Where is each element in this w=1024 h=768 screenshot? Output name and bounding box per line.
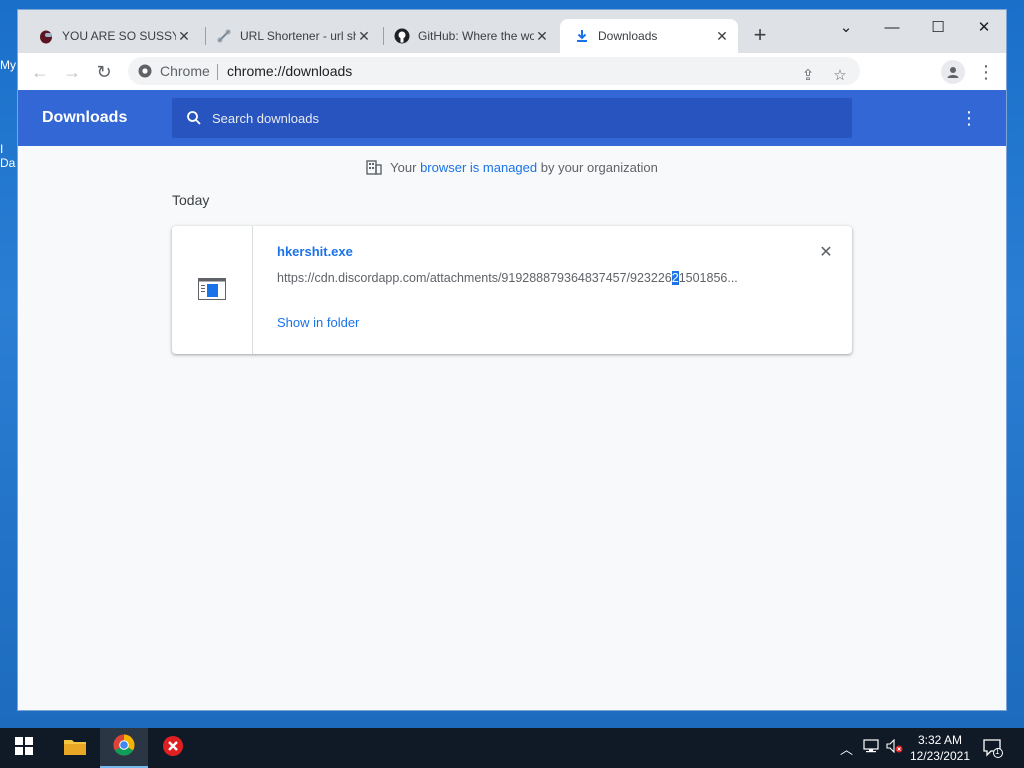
minimize-button[interactable]: — — [870, 16, 914, 40]
start-button[interactable] — [0, 728, 48, 768]
browser-window: YOU ARE SO SUSSY!! ✕ URL Shortener - url… — [17, 9, 1007, 711]
folder-icon — [64, 737, 86, 760]
remove-download-close-icon[interactable]: ✕ — [818, 242, 834, 262]
red-x-app-button[interactable] — [149, 728, 197, 768]
page-title: Downloads — [42, 109, 128, 126]
maximize-button[interactable]: ☐ — [916, 16, 960, 40]
file-icon-column — [172, 226, 253, 354]
system-clock[interactable]: 3:32 AM 12/23/2021 — [910, 732, 970, 764]
network-icon[interactable] — [863, 739, 879, 756]
share-icon[interactable]: ⇪ — [796, 64, 820, 88]
reload-button[interactable]: ↻ — [92, 60, 116, 84]
show-in-folder-link[interactable]: Show in folder — [277, 315, 359, 330]
tab-close-icon[interactable]: ✕ — [356, 28, 372, 45]
site-chip-label: Chrome — [160, 63, 210, 79]
red-x-icon — [162, 735, 184, 762]
file-explorer-button[interactable] — [51, 728, 99, 768]
browser-toolbar: ← → ↻ Chrome chrome://downloads ⇪ ☆ ⋮ — [18, 53, 1006, 90]
managed-prefix: Your — [390, 160, 421, 175]
tab-title: GitHub: Where the wo — [418, 29, 534, 43]
browser-menu-kebab-icon[interactable]: ⋮ — [974, 60, 998, 84]
tab-title: Downloads — [598, 29, 658, 43]
search-icon — [186, 110, 202, 126]
download-source-url[interactable]: https://cdn.discordapp.com/attachments/9… — [277, 271, 772, 285]
show-hidden-icons-chevron-up-icon[interactable]: ︿ — [840, 739, 853, 758]
bookmark-star-icon[interactable]: ☆ — [828, 64, 852, 88]
page-menu-kebab-icon[interactable]: ⋮ — [960, 106, 978, 130]
tab-sussy[interactable]: YOU ARE SO SUSSY!! ✕ — [24, 19, 200, 53]
url-selected-text: 2 — [671, 271, 679, 285]
tab-github[interactable]: GitHub: Where the wo ✕ — [380, 19, 558, 53]
chrome-taskbar-button[interactable] — [100, 728, 148, 768]
tab-downloads[interactable]: Downloads ✕ — [560, 19, 738, 53]
desktop-label-3: Da — [0, 156, 16, 170]
volume-muted-icon[interactable] — [886, 738, 904, 756]
clock-date: 12/23/2021 — [909, 749, 970, 763]
managed-link[interactable]: browser is managed — [420, 160, 537, 175]
tab-title: YOU ARE SO SUSSY!! — [62, 29, 176, 43]
desktop-label-2: I — [0, 142, 4, 156]
windows-logo-icon — [15, 736, 33, 760]
managed-suffix: by your organization — [537, 160, 658, 175]
building-icon — [366, 159, 382, 175]
notification-count: 1 — [995, 747, 1000, 756]
tab-close-icon[interactable]: ✕ — [714, 28, 730, 45]
url-part-1: https://cdn.discordapp.com/attachments/9… — [277, 271, 672, 285]
address-bar[interactable]: Chrome chrome://downloads ⇪ ☆ — [128, 57, 860, 85]
download-filename-link[interactable]: hkershit.exe — [277, 244, 353, 259]
omnibox-divider — [217, 64, 218, 80]
action-center-notification-icon[interactable]: 1 — [983, 738, 1003, 761]
search-box[interactable] — [172, 98, 852, 138]
search-input[interactable] — [212, 110, 812, 126]
desktop-label-1: My — [0, 58, 16, 72]
download-item: hkershit.exe https://cdn.discordapp.com/… — [172, 226, 852, 354]
url-text: chrome://downloads — [227, 63, 353, 79]
tab-strip: YOU ARE SO SUSSY!! ✕ URL Shortener - url… — [18, 10, 1006, 53]
github-favicon-icon — [394, 28, 410, 44]
tab-url-shortener[interactable]: URL Shortener - url sh ✕ — [202, 19, 380, 53]
profile-avatar-icon[interactable] — [941, 60, 965, 84]
url-part-2: 1501856... — [678, 271, 738, 285]
tab-close-icon[interactable]: ✕ — [176, 28, 192, 45]
forward-button[interactable]: → — [60, 60, 84, 84]
tab-title: URL Shortener - url sh — [240, 29, 356, 43]
clock-time: 3:32 AM — [917, 733, 962, 747]
tab-search-chevron-down-icon[interactable]: ⌄ — [824, 16, 868, 40]
close-window-button[interactable]: ✕ — [962, 16, 1006, 40]
tab-close-icon[interactable]: ✕ — [534, 28, 550, 45]
windows-taskbar: ︿ 3:32 AM 12/23/2021 1 — [0, 728, 1024, 768]
among-us-favicon-icon — [38, 28, 54, 44]
chrome-logo-icon — [113, 734, 135, 761]
back-button[interactable]: ← — [28, 60, 52, 84]
chrome-icon — [138, 64, 152, 78]
link-favicon-icon — [216, 28, 232, 44]
managed-notice: Your browser is managed by your organiza… — [18, 159, 1006, 175]
section-heading-today: Today — [172, 192, 210, 208]
exe-file-icon — [198, 278, 226, 300]
downloads-header: Downloads ⋮ — [18, 90, 1006, 146]
new-tab-button[interactable]: + — [750, 24, 770, 46]
download-favicon-icon — [574, 28, 590, 44]
